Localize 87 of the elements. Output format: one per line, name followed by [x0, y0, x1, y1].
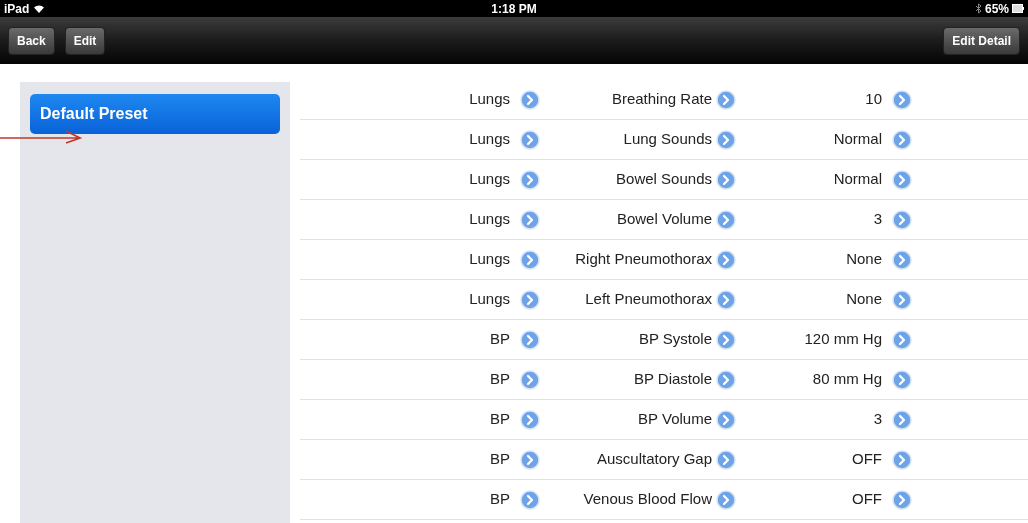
disclosure-button[interactable]	[716, 169, 736, 190]
parameter-row[interactable]: Lungs Breathing Rate 10	[300, 80, 1028, 120]
parameter-row[interactable]: Lungs Bowel Sounds Normal	[300, 160, 1028, 200]
disclosure-button[interactable]	[716, 409, 736, 430]
parameter-row[interactable]: BP Auscultatory Gap OFF	[300, 440, 1028, 480]
disclosure-button[interactable]	[716, 89, 736, 110]
parameter-label: Venous Blood Flow	[583, 489, 712, 510]
disclosure-button[interactable]	[520, 129, 540, 150]
value-label: OFF	[852, 449, 882, 470]
disclosure-button[interactable]	[892, 369, 912, 390]
disclosure-button[interactable]	[892, 89, 912, 110]
group-label: Lungs	[469, 89, 510, 110]
device-name: iPad	[4, 0, 30, 18]
disclosure-button[interactable]	[892, 449, 912, 470]
nav-button[interactable]: Edit	[64, 26, 106, 55]
disclosure-button[interactable]	[520, 249, 540, 270]
disclosure-button[interactable]	[520, 369, 540, 390]
parameter-label: Left Pneumothorax	[585, 289, 712, 310]
disclosure-button[interactable]	[520, 289, 540, 310]
disclosure-button[interactable]	[716, 289, 736, 310]
group-label: BP	[490, 449, 510, 470]
parameter-label: Lung Sounds	[623, 129, 712, 150]
disclosure-button[interactable]	[892, 409, 912, 430]
disclosure-button[interactable]	[716, 369, 736, 390]
preset-item[interactable]: Default Preset	[30, 94, 280, 134]
disclosure-button[interactable]	[520, 209, 540, 230]
disclosure-button[interactable]	[892, 329, 912, 350]
value-label: 120 mm Hg	[804, 329, 882, 350]
group-label: Lungs	[469, 169, 510, 190]
parameter-row[interactable]: Lungs Lung Sounds Normal	[300, 120, 1028, 160]
disclosure-button[interactable]	[520, 329, 540, 350]
value-label: None	[846, 249, 882, 270]
battery-percent: 65%	[984, 0, 1009, 18]
disclosure-button[interactable]	[892, 129, 912, 150]
group-label: BP	[490, 409, 510, 430]
disclosure-button[interactable]	[520, 489, 540, 510]
disclosure-button[interactable]	[892, 489, 912, 510]
value-label: 80 mm Hg	[812, 369, 882, 390]
disclosure-button[interactable]	[716, 209, 736, 230]
group-label: BP	[490, 369, 510, 390]
disclosure-button[interactable]	[892, 289, 912, 310]
parameter-row[interactable]: Lungs Bowel Volume 3	[300, 200, 1028, 240]
disclosure-button[interactable]	[716, 329, 736, 350]
battery-icon	[1012, 4, 1024, 13]
disclosure-button[interactable]	[520, 409, 540, 430]
value-label: Normal	[833, 129, 882, 150]
parameter-label: Breathing Rate	[611, 89, 712, 110]
group-label: BP	[490, 489, 510, 510]
disclosure-button[interactable]	[892, 169, 912, 190]
group-label: BP	[490, 329, 510, 350]
parameter-label: Bowel Sounds	[616, 169, 712, 190]
value-label: OFF	[852, 489, 882, 510]
parameter-label: Right Pneumothorax	[575, 249, 712, 270]
value-label: Normal	[833, 169, 882, 190]
parameter-label: Bowel Volume	[616, 209, 712, 230]
wifi-icon	[33, 3, 46, 14]
disclosure-button[interactable]	[716, 489, 736, 510]
nav-button[interactable]: Back	[8, 26, 55, 55]
disclosure-button[interactable]	[892, 209, 912, 230]
value-label: 3	[873, 209, 882, 230]
disclosure-button[interactable]	[520, 89, 540, 110]
parameter-row[interactable]: BP BP Systole 120 mm Hg	[300, 320, 1028, 360]
group-label: Lungs	[469, 289, 510, 310]
group-label: Lungs	[469, 209, 510, 230]
parameter-row[interactable]: BP BP Diastole 80 mm Hg	[300, 360, 1028, 400]
disclosure-button[interactable]	[892, 249, 912, 270]
group-label: Lungs	[469, 249, 510, 270]
disclosure-button[interactable]	[716, 129, 736, 150]
status-time: 1:18 PM	[491, 0, 537, 18]
value-label: None	[846, 289, 882, 310]
group-label: Lungs	[469, 129, 510, 150]
disclosure-button[interactable]	[716, 249, 736, 270]
value-label: 3	[873, 409, 882, 430]
value-label: 10	[865, 89, 882, 110]
parameter-row[interactable]: Lungs Right Pneumothorax None	[300, 240, 1028, 280]
parameter-label: BP Volume	[638, 409, 712, 430]
disclosure-button[interactable]	[520, 449, 540, 470]
disclosure-button[interactable]	[520, 169, 540, 190]
parameter-label: BP Diastole	[633, 369, 712, 390]
parameter-label: BP Systole	[638, 329, 712, 350]
parameter-row[interactable]: BP Venous Blood Flow OFF	[300, 480, 1028, 520]
nav-button[interactable]: Edit Detail	[943, 26, 1020, 55]
bluetooth-icon	[974, 3, 982, 14]
disclosure-button[interactable]	[716, 449, 736, 470]
parameter-row[interactable]: BP BP Volume 3	[300, 400, 1028, 440]
parameter-row[interactable]: Lungs Left Pneumothorax None	[300, 280, 1028, 320]
parameter-label: Auscultatory Gap	[596, 449, 712, 470]
